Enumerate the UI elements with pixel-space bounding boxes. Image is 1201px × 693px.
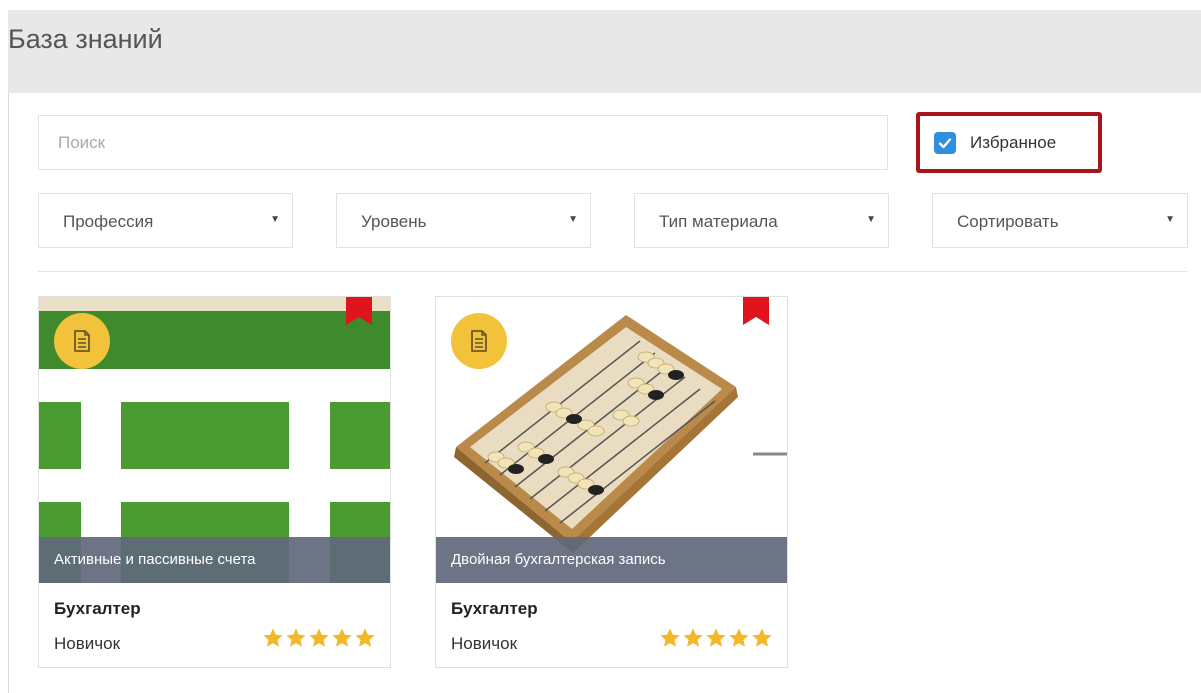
favorites-filter[interactable]: Избранное	[916, 112, 1102, 173]
profession-select[interactable]: Профессия ▼	[38, 193, 293, 248]
chevron-down-icon: ▼	[568, 214, 578, 225]
search-input[interactable]	[38, 115, 888, 170]
profession-select-label: Профессия	[63, 212, 154, 231]
bookmark-icon[interactable]	[743, 297, 769, 325]
content-border	[8, 93, 9, 693]
favorites-checkbox[interactable]	[934, 131, 956, 154]
rating-stars	[262, 627, 376, 649]
card-level: Новичок	[451, 634, 518, 653]
star-icon	[355, 628, 375, 647]
page-title: База знаний	[8, 24, 163, 54]
material-card[interactable]: Активные и пассивные счета Бухгалтер Нов…	[38, 296, 391, 668]
card-profession: Бухгалтер	[451, 599, 538, 618]
chevron-down-icon: ▼	[270, 214, 280, 225]
divider	[38, 271, 1188, 272]
star-icon	[286, 628, 306, 647]
star-icon	[263, 628, 283, 647]
star-icon	[660, 628, 680, 647]
document-icon	[54, 313, 110, 369]
bookmark-icon[interactable]	[346, 297, 372, 325]
material-type-select[interactable]: Тип материала ▼	[634, 193, 889, 248]
checkmark-icon	[938, 137, 952, 148]
star-icon	[309, 628, 329, 647]
card-title: Двойная бухгалтерская запись	[436, 537, 787, 583]
level-select-label: Уровень	[361, 212, 427, 231]
card-level: Новичок	[54, 634, 121, 653]
sort-select[interactable]: Сортировать ▼	[932, 193, 1188, 248]
chevron-down-icon: ▼	[1165, 214, 1175, 225]
card-title: Активные и пассивные счета	[39, 537, 390, 583]
page-header: База знаний	[8, 10, 1201, 93]
level-select[interactable]: Уровень ▼	[336, 193, 591, 248]
favorites-label: Избранное	[970, 132, 1057, 152]
star-icon	[332, 628, 352, 647]
document-icon	[451, 313, 507, 369]
chevron-down-icon: ▼	[866, 214, 876, 225]
material-card[interactable]: Двойная бухгалтерская запись Бухгалтер Н…	[435, 296, 788, 668]
star-icon	[683, 628, 703, 647]
rating-stars	[659, 627, 773, 649]
material-type-select-label: Тип материала	[659, 212, 778, 231]
star-icon	[752, 628, 772, 647]
card-profession: Бухгалтер	[54, 599, 141, 618]
star-icon	[706, 628, 726, 647]
star-icon	[729, 628, 749, 647]
sort-select-label: Сортировать	[957, 212, 1059, 231]
